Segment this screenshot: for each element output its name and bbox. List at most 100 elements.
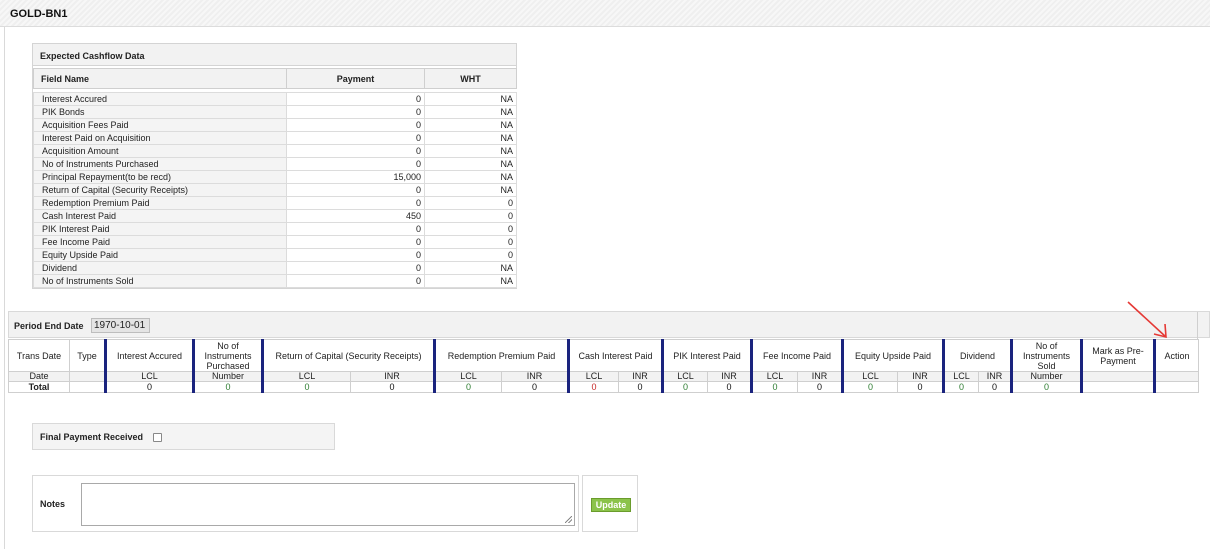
cashflow-row: No of Instruments Purchased 0 NA: [33, 157, 517, 171]
update-button[interactable]: Update: [591, 498, 631, 512]
cashflow-field-name: Interest Accured: [33, 92, 287, 106]
cashflow-field-name: Acquisition Fees Paid: [33, 118, 287, 132]
cashflow-row: No of Instruments Sold 0 NA: [33, 274, 517, 288]
cashflow-payment-value: 15,000: [286, 170, 425, 184]
cashflow-field-name: Return of Capital (Security Receipts): [33, 183, 287, 197]
total-instruments-sold: 0: [1010, 381, 1082, 393]
notes-panel: Notes: [32, 475, 579, 532]
header-redemption-premium: Redemption Premium Paid: [433, 339, 569, 372]
final-payment-checkbox[interactable]: [153, 433, 162, 442]
cashflow-payment-value: 0: [286, 222, 425, 236]
subheader-date: Date: [8, 371, 70, 382]
subheader-inr: INR: [978, 371, 1012, 382]
cashflow-wht-value: 0: [424, 235, 517, 249]
cashflow-row: Equity Upside Paid 0 0: [33, 248, 517, 262]
total-cash-interest-inr: 0: [618, 381, 663, 393]
resize-grip-icon[interactable]: [565, 516, 572, 523]
header-dividend: Dividend: [942, 339, 1012, 372]
total-dividend-inr: 0: [978, 381, 1012, 393]
final-payment-panel: Final Payment Received: [32, 423, 335, 450]
cashflow-wht-value: NA: [424, 170, 517, 184]
cashflow-wht-value: NA: [424, 105, 517, 119]
subheader-lcl: LCL: [567, 371, 619, 382]
column-header-field-name: Field Name: [33, 68, 287, 89]
cashflow-row: Cash Interest Paid 450 0: [33, 209, 517, 223]
cashflow-row: PIK Bonds 0 NA: [33, 105, 517, 119]
subheader-inr: INR: [618, 371, 663, 382]
cashflow-field-name: Redemption Premium Paid: [33, 196, 287, 210]
expected-cashflow-title: Expected Cashflow Data: [33, 44, 516, 66]
total-pik-inr: 0: [707, 381, 752, 393]
cashflow-row: Return of Capital (Security Receipts) 0 NA: [33, 183, 517, 197]
cashflow-field-name: Cash Interest Paid: [33, 209, 287, 223]
period-end-label: Period End Date: [14, 321, 84, 331]
cashflow-wht-value: NA: [424, 261, 517, 275]
cashflow-payment-value: 0: [286, 261, 425, 275]
page-title: GOLD-BN1: [10, 8, 68, 20]
cashflow-row: Fee Income Paid 0 0: [33, 235, 517, 249]
cashflow-payment-value: 0: [286, 183, 425, 197]
header-mark-prepayment: Mark as Pre-Payment: [1080, 339, 1155, 372]
header-fee-income: Fee Income Paid: [750, 339, 843, 372]
column-header-wht: WHT: [424, 68, 517, 89]
annotation-arrow-icon: [1127, 301, 1167, 339]
subheader-inr: INR: [797, 371, 843, 382]
cashflow-wht-value: NA: [424, 92, 517, 106]
total-return-capital-lcl: 0: [261, 381, 351, 393]
total-equity-lcl: 0: [841, 381, 898, 393]
top-bar: GOLD-BN1: [0, 0, 1210, 27]
period-end-bar: Period End Date 1970-10-01: [8, 311, 1210, 339]
cashflow-row: PIK Interest Paid 0 0: [33, 222, 517, 236]
final-payment-label: Final Payment Received: [40, 432, 144, 442]
subheader-number: Number: [192, 371, 263, 382]
header-pik-interest: PIK Interest Paid: [661, 339, 752, 372]
total-cash-interest-lcl: 0: [567, 381, 619, 393]
update-panel: Update: [582, 475, 638, 532]
expected-cashflow-table: Field Name Payment WHT Interest Accured 0…: [33, 68, 517, 288]
cashflow-wht-value: NA: [424, 131, 517, 145]
cashflow-row: Principal Repayment(to be recd) 15,000 NA: [33, 170, 517, 184]
cashflow-row: Acquisition Amount 0 NA: [33, 144, 517, 158]
period-end-date-field[interactable]: 1970-10-01: [91, 318, 150, 333]
transactions-table: Trans Date Type Interest Accured No of I…: [8, 339, 1199, 393]
cashflow-payment-value: 0: [286, 92, 425, 106]
total-label: Total: [8, 381, 70, 393]
header-trans-date: Trans Date: [8, 339, 70, 372]
subheader-lcl: LCL: [750, 371, 798, 382]
cashflow-wht-value: 0: [424, 209, 517, 223]
cashflow-field-name: Equity Upside Paid: [33, 248, 287, 262]
subheader-lcl: LCL: [261, 371, 351, 382]
total-dividend-lcl: 0: [942, 381, 979, 393]
cashflow-payment-value: 0: [286, 274, 425, 288]
cashflow-wht-value: 0: [424, 248, 517, 262]
total-instruments-purchased: 0: [192, 381, 263, 393]
cashflow-wht-value: 0: [424, 196, 517, 210]
cashflow-row: Interest Accured 0 NA: [33, 92, 517, 106]
cashflow-payment-value: 0: [286, 235, 425, 249]
total-fee-inr: 0: [797, 381, 843, 393]
header-action: Action: [1153, 339, 1199, 372]
cashflow-wht-value: NA: [424, 144, 517, 158]
cashflow-wht-value: NA: [424, 157, 517, 171]
total-return-capital-inr: 0: [350, 381, 435, 393]
cashflow-row: Acquisition Fees Paid 0 NA: [33, 118, 517, 132]
cashflow-field-name: Acquisition Amount: [33, 144, 287, 158]
expected-cashflow-panel: Expected Cashflow Data Field Name Paymen…: [32, 43, 517, 289]
cashflow-field-name: Interest Paid on Acquisition: [33, 131, 287, 145]
left-divider: [4, 27, 5, 549]
cashflow-row: Redemption Premium Paid 0 0: [33, 196, 517, 210]
subheader-inr: INR: [707, 371, 752, 382]
cashflow-wht-value: NA: [424, 183, 517, 197]
cashflow-payment-value: 0: [286, 157, 425, 171]
cashflow-wht-value: NA: [424, 118, 517, 132]
subheader-lcl: LCL: [104, 371, 194, 382]
cashflow-payment-value: 0: [286, 144, 425, 158]
header-type: Type: [69, 339, 106, 372]
header-instruments-purchased: No of Instruments Purchased: [192, 339, 263, 372]
cashflow-payment-value: 450: [286, 209, 425, 223]
total-interest-accured: 0: [104, 381, 194, 393]
cashflow-field-name: PIK Bonds: [33, 105, 287, 119]
subheader-lcl: LCL: [433, 371, 502, 382]
notes-textarea[interactable]: [81, 483, 575, 526]
total-redemption-lcl: 0: [433, 381, 502, 393]
